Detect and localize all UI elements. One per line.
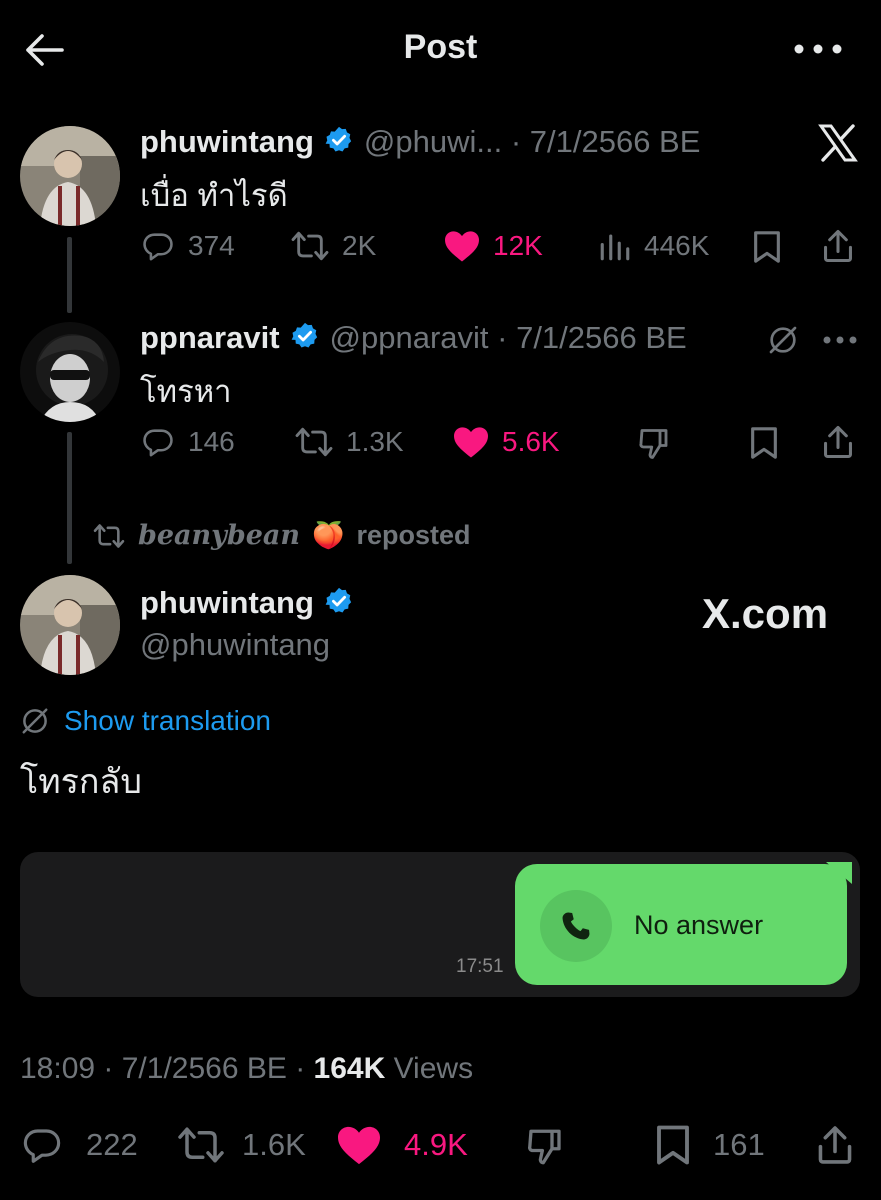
like-count: 12K bbox=[493, 230, 543, 261]
verified-badge-icon bbox=[324, 125, 354, 160]
avatar[interactable] bbox=[20, 322, 120, 422]
views-chart-icon bbox=[600, 234, 630, 261]
author-handle: @phuwintang bbox=[140, 627, 331, 662]
share-icon[interactable] bbox=[812, 1122, 858, 1168]
call-time: 17:51 bbox=[456, 956, 504, 977]
phone-icon bbox=[540, 890, 612, 962]
like-button[interactable]: 5.6K bbox=[452, 425, 560, 459]
view-count: 446K bbox=[644, 230, 710, 261]
verified-badge-icon bbox=[324, 586, 354, 621]
translate-globe-icon bbox=[22, 708, 48, 734]
retweet-button[interactable]: 1.3K bbox=[294, 425, 404, 459]
reply-icon bbox=[143, 429, 173, 457]
timestamp: 18:09 · 7/1/2566 BE · bbox=[20, 1052, 314, 1085]
bookmark-count: 161 bbox=[713, 1127, 765, 1162]
reply-count: 146 bbox=[188, 426, 235, 457]
avatar[interactable] bbox=[20, 126, 120, 226]
tweet-header: ppnaravit @ppnaravit · 7/1/2566 BE bbox=[140, 320, 687, 356]
retweet-icon bbox=[295, 427, 333, 457]
author-handle-date: @ppnaravit · 7/1/2566 BE bbox=[329, 320, 687, 355]
more-options-icon[interactable] bbox=[820, 330, 860, 350]
reply-icon bbox=[143, 233, 173, 261]
author-name[interactable]: ppnaravit bbox=[140, 320, 280, 356]
views-button[interactable]: 446K bbox=[598, 229, 709, 263]
retweet-icon bbox=[93, 523, 125, 548]
verified-badge-icon bbox=[290, 321, 320, 356]
views-label: Views bbox=[385, 1052, 474, 1085]
share-icon[interactable] bbox=[818, 422, 858, 462]
peach-emoji: 🍑 bbox=[312, 520, 345, 550]
heart-icon bbox=[338, 1126, 380, 1165]
retweet-button[interactable]: 2K bbox=[290, 229, 376, 263]
like-button[interactable]: 4.9K bbox=[336, 1124, 468, 1166]
x-logo-icon bbox=[815, 120, 861, 166]
retweet-button[interactable]: 1.6K bbox=[176, 1124, 306, 1166]
tweet-meta: 18:09 · 7/1/2566 BE · 164K Views bbox=[20, 1052, 473, 1086]
avatar[interactable] bbox=[20, 575, 120, 675]
show-translation-label: Show translation bbox=[64, 705, 272, 736]
reply-button[interactable]: 374 bbox=[140, 229, 235, 263]
thread-line bbox=[67, 432, 72, 564]
views-count[interactable]: 164K bbox=[314, 1052, 386, 1085]
tweet-header: phuwintang @phuwi... · 7/1/2566 BE bbox=[140, 124, 700, 160]
retweet-icon bbox=[291, 231, 329, 261]
more-options-icon[interactable] bbox=[790, 34, 846, 64]
main-author: phuwintang bbox=[140, 585, 354, 621]
x-com-label: X.com bbox=[702, 590, 829, 637]
reply-icon bbox=[23, 1129, 61, 1163]
repost-user[interactable]: beanybean bbox=[138, 520, 300, 551]
tweet-text: โทรกลับ bbox=[20, 763, 142, 801]
downvote-icon[interactable] bbox=[634, 424, 674, 464]
author-name[interactable]: phuwintang bbox=[140, 585, 314, 621]
like-button[interactable]: 12K bbox=[443, 229, 543, 263]
repost-indicator[interactable]: beanybean 🍑 reposted bbox=[92, 520, 470, 551]
author-name[interactable]: phuwintang bbox=[140, 124, 314, 160]
heart-icon bbox=[445, 231, 479, 262]
tweet-text: โทรหา bbox=[140, 374, 232, 409]
reply-count: 374 bbox=[188, 230, 235, 261]
like-count: 5.6K bbox=[502, 426, 560, 457]
retweet-icon bbox=[178, 1127, 224, 1163]
like-count: 4.9K bbox=[404, 1127, 468, 1162]
repost-label: reposted bbox=[356, 520, 471, 550]
bookmark-icon[interactable] bbox=[745, 424, 783, 462]
translate-globe-icon[interactable] bbox=[765, 322, 801, 358]
show-translation-link[interactable]: Show translation bbox=[20, 705, 271, 737]
retweet-count: 2K bbox=[342, 230, 377, 261]
author-handle-date: @phuwi... · 7/1/2566 BE bbox=[363, 124, 701, 159]
bookmark-icon bbox=[657, 1125, 689, 1165]
downvote-icon[interactable] bbox=[522, 1124, 568, 1170]
heart-icon bbox=[454, 427, 488, 458]
bookmark-button[interactable]: 161 bbox=[655, 1124, 765, 1166]
tweet-text: เบื่อ ทำไรดี bbox=[140, 178, 288, 213]
call-status: No answer bbox=[634, 910, 764, 940]
bookmark-icon[interactable] bbox=[748, 228, 786, 266]
reply-button[interactable]: 146 bbox=[140, 425, 235, 459]
reply-count: 222 bbox=[86, 1127, 138, 1162]
reply-button[interactable]: 222 bbox=[20, 1124, 138, 1166]
share-icon[interactable] bbox=[818, 226, 858, 266]
retweet-count: 1.6K bbox=[242, 1127, 306, 1162]
page-title: Post bbox=[403, 28, 478, 66]
thread-line bbox=[67, 237, 72, 313]
retweet-count: 1.3K bbox=[346, 426, 404, 457]
